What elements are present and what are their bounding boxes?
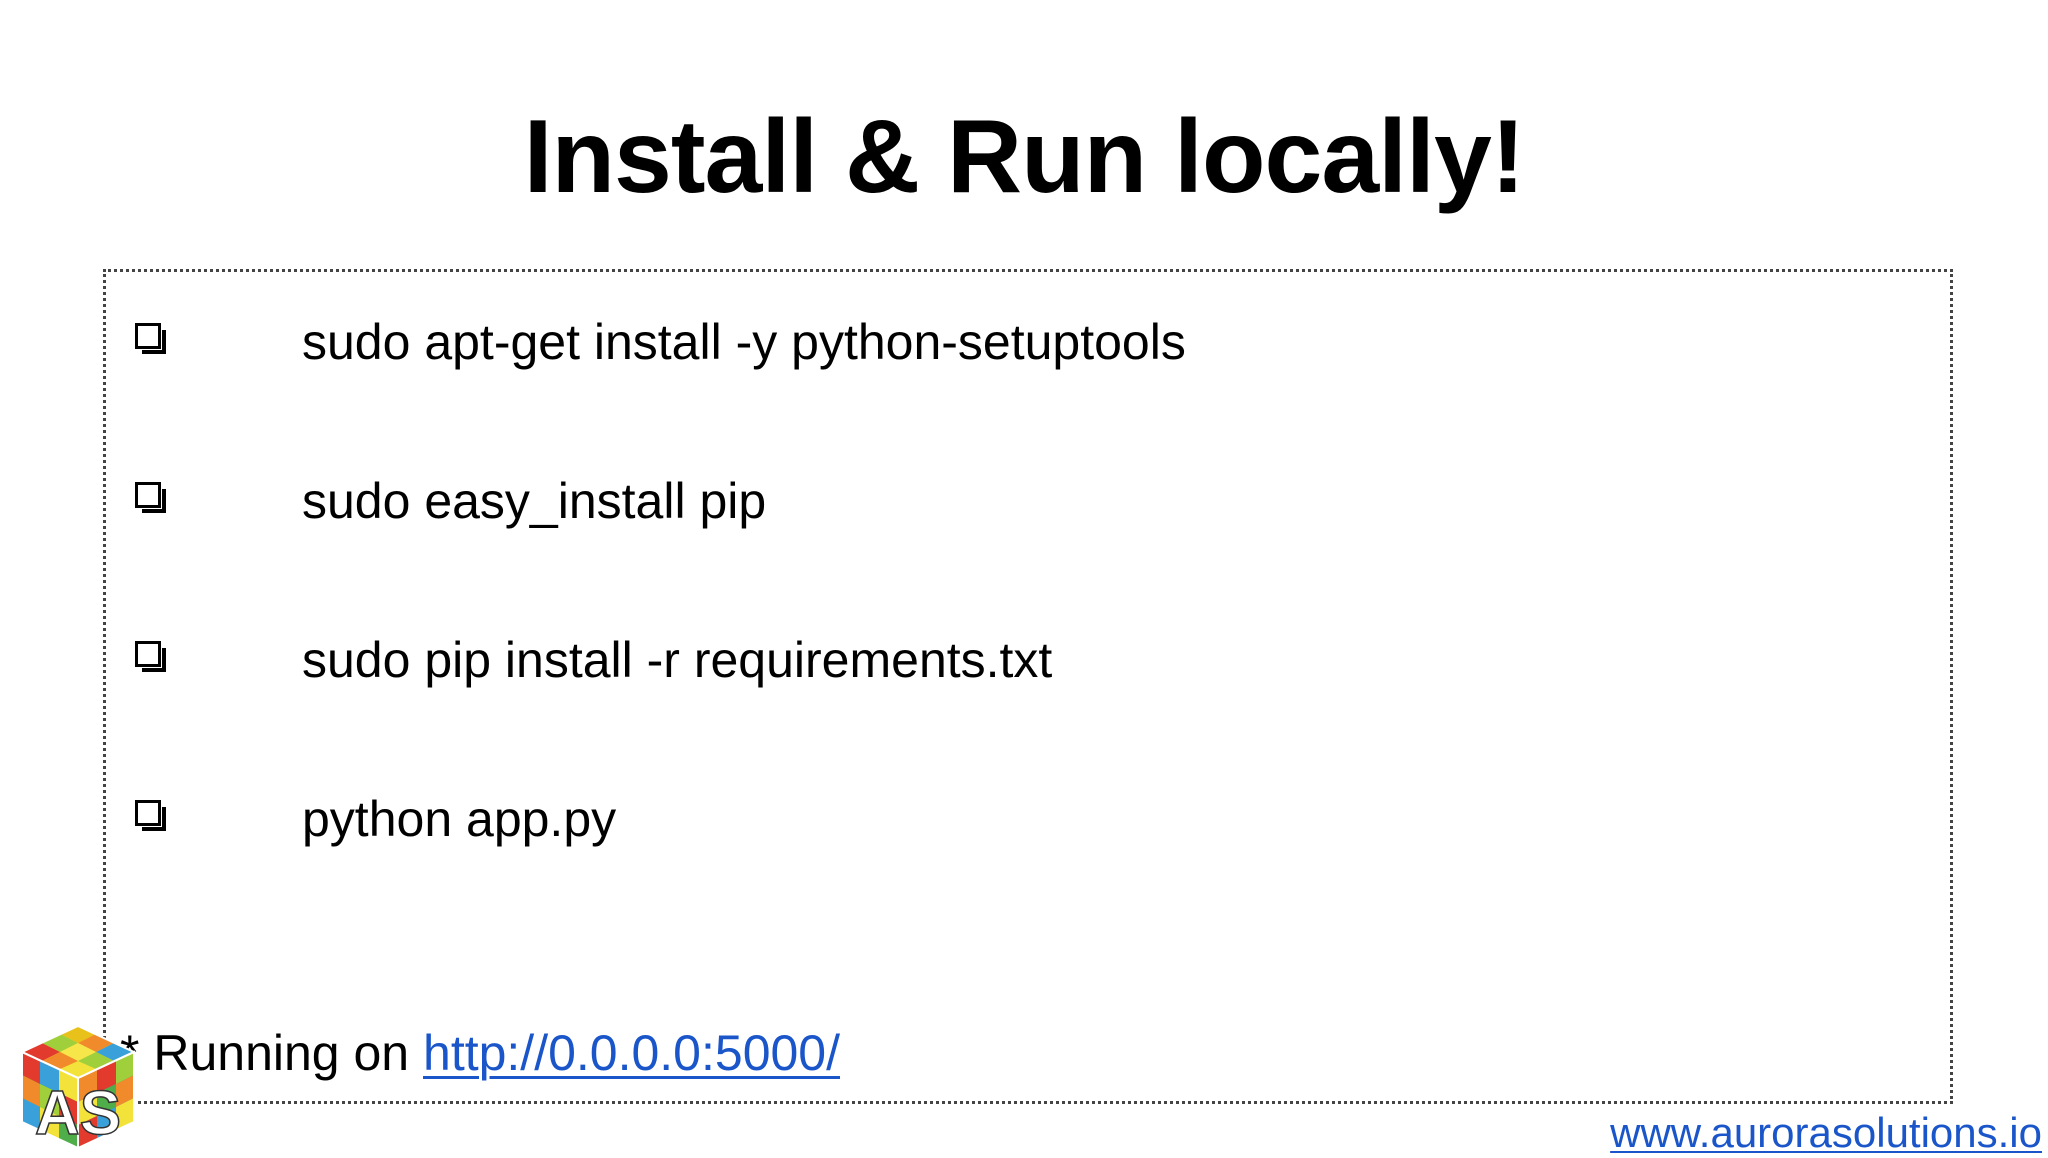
content-box: sudo apt-get install -y python-setuptool… [103,269,1953,1104]
rubiks-cube-logo-icon: AS [19,1024,137,1150]
checkbox-icon [131,625,211,695]
list-item: sudo easy_install pip [131,466,766,536]
slide-title: Install & Run locally! [523,99,1526,215]
step-command: sudo pip install -r requirements.txt [302,632,1053,688]
website-link[interactable]: www.aurorasolutions.io [1610,1108,2042,1158]
checkbox-icon [131,784,211,854]
list-item: sudo pip install -r requirements.txt [131,625,1052,695]
step-command: python app.py [302,791,617,847]
checkbox-icon [131,307,211,377]
list-item: python app.py [131,784,616,854]
localhost-link[interactable]: http://0.0.0.0:5000/ [423,1025,840,1081]
step-command: sudo apt-get install -y python-setuptool… [302,314,1186,370]
checkbox-icon [131,466,211,536]
logo-text: AS [35,1079,121,1148]
server-running-line: * Running on http://0.0.0.0:5000/ [120,1018,840,1088]
running-prefix: * Running on [120,1025,424,1081]
list-item: sudo apt-get install -y python-setuptool… [131,307,1186,377]
step-command: sudo easy_install pip [302,473,767,529]
